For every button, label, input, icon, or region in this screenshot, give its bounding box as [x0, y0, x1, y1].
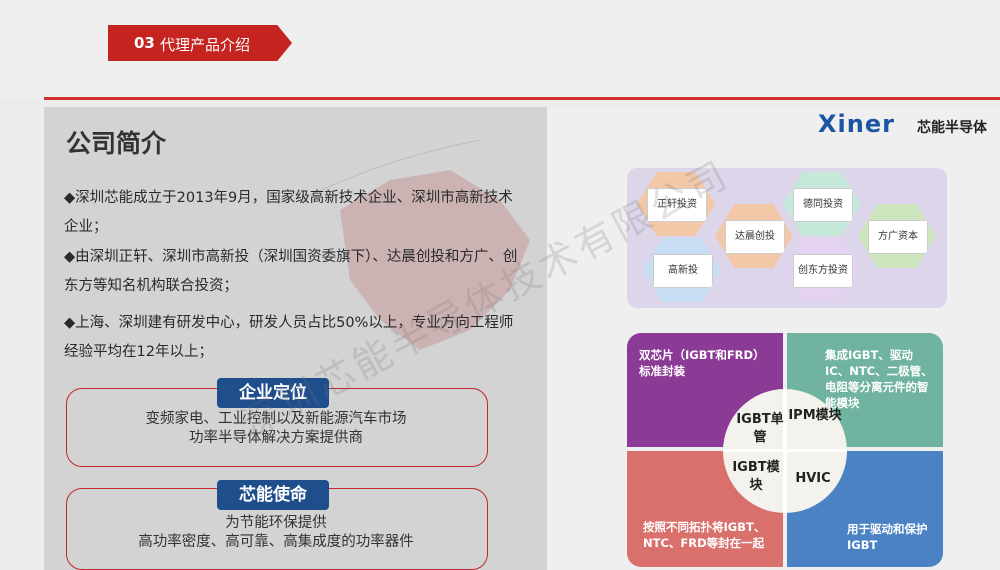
mission-label: 芯能使命 [217, 480, 329, 510]
center-ipm: IPM模块 [788, 408, 842, 423]
center-igbt-module: IGBT模块 [732, 460, 780, 493]
mission-line-1: 为节能环保提供 [225, 515, 327, 531]
company-logo-cn: 芯能半导体 [917, 120, 987, 136]
company-intro-title: 公司简介 [66, 129, 167, 158]
section-number: 03 [134, 34, 155, 52]
header-divider [44, 97, 1000, 100]
product-quadrant-diagram: 双芯片（IGBT和FRD）标准封装 集成IGBT、驱动IC、NTC、二极管、电阻… [627, 333, 943, 567]
center-igbt-single: IGBT单管 [736, 412, 784, 445]
section-title: 代理产品介绍 [160, 36, 251, 54]
center-hvic: HVIC [795, 471, 831, 486]
intro-paragraph-1: ◆深圳芯能成立于2013年9月，国家级高新技术企业、深圳市高新技术企业； [64, 190, 513, 235]
mission-line-2: 高功率密度、高可靠、高集成度的功率器件 [138, 534, 414, 550]
company-logo: Xiner [818, 110, 895, 138]
